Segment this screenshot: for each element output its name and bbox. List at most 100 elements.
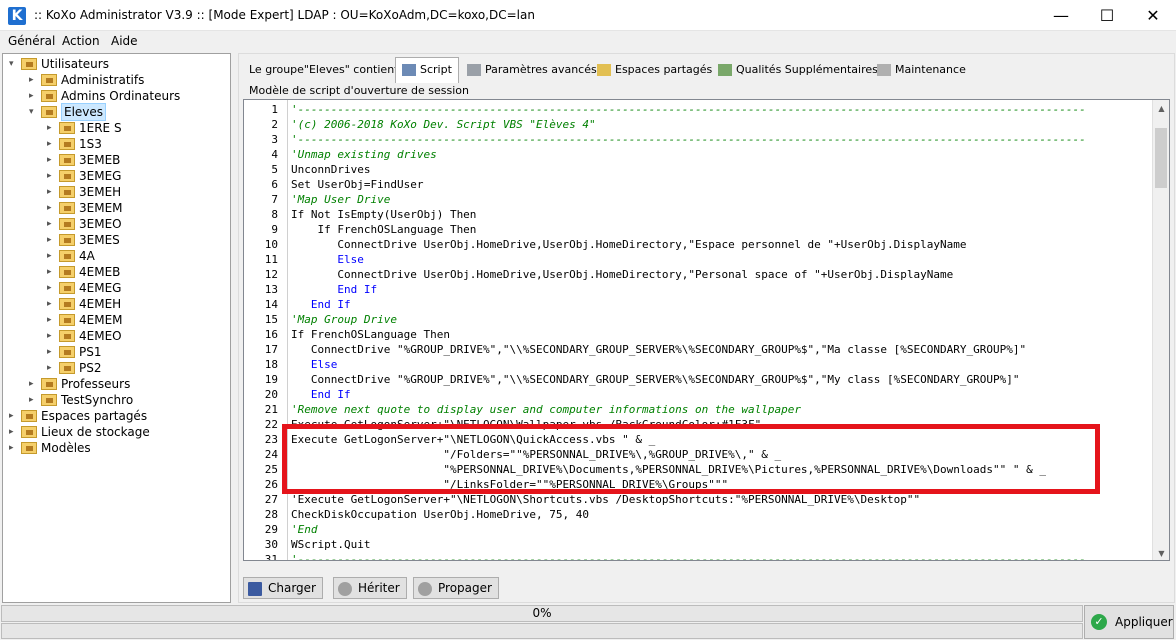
- heriter-button[interactable]: Hériter: [333, 577, 407, 599]
- scroll-thumb[interactable]: [1155, 128, 1167, 188]
- folder-icon: [59, 234, 75, 246]
- code-line[interactable]: ConnectDrive "%GROUP_DRIVE%","\\%SECONDA…: [291, 372, 1020, 387]
- folder-icon: [59, 266, 75, 278]
- tree-item-label: 4EMEO: [79, 329, 122, 343]
- chevron-right-icon[interactable]: ▸: [47, 328, 57, 344]
- tab-shared-spaces[interactable]: Espaces partagés: [591, 60, 718, 82]
- chevron-right-icon[interactable]: ▸: [9, 440, 19, 456]
- line-number: 9: [271, 223, 278, 236]
- line-number: 16: [264, 328, 278, 341]
- chevron-right-icon[interactable]: ▸: [29, 72, 39, 88]
- chevron-right-icon[interactable]: ▸: [47, 344, 57, 360]
- charger-button[interactable]: Charger: [243, 577, 323, 599]
- code-line[interactable]: Else: [291, 357, 338, 372]
- code-line[interactable]: ConnectDrive UserObj.HomeDrive,UserObj.H…: [291, 267, 953, 282]
- tab-group-contents[interactable]: Le groupe"Eleves" contient: [243, 60, 404, 82]
- chevron-right-icon[interactable]: ▸: [47, 280, 57, 296]
- tab-advanced-params-label: Paramètres avancés: [485, 63, 597, 76]
- chevron-right-icon[interactable]: ▸: [47, 296, 57, 312]
- line-number: 27: [264, 493, 278, 506]
- tab-qualities[interactable]: Qualités Supplémentaires: [712, 60, 884, 82]
- chevron-right-icon[interactable]: ▸: [9, 424, 19, 440]
- chevron-down-icon[interactable]: ▾: [9, 56, 19, 72]
- code-line[interactable]: '---------------------------------------…: [291, 552, 1086, 560]
- scroll-down-icon[interactable]: ▼: [1153, 545, 1169, 560]
- menu-general[interactable]: Général: [8, 34, 55, 48]
- tree-item-label: Administratifs: [61, 73, 145, 87]
- code-line[interactable]: 'Execute GetLogonServer+"\NETLOGON\Short…: [291, 492, 920, 507]
- tree-item-label: PS2: [79, 361, 102, 375]
- chevron-right-icon[interactable]: ▸: [47, 360, 57, 376]
- app-icon: K: [8, 7, 26, 25]
- line-number: 1: [271, 103, 278, 116]
- code-line[interactable]: End If: [291, 297, 351, 312]
- line-number: 14: [264, 298, 278, 311]
- code-line[interactable]: End If: [291, 387, 351, 402]
- chevron-right-icon[interactable]: ▸: [47, 184, 57, 200]
- chevron-right-icon[interactable]: ▸: [47, 168, 57, 184]
- code-line[interactable]: 'Map Group Drive: [291, 312, 397, 327]
- folder-icon: [59, 154, 75, 166]
- tab-maintenance[interactable]: Maintenance: [871, 60, 972, 82]
- chevron-right-icon[interactable]: ▸: [29, 376, 39, 392]
- minimize-button[interactable]: —: [1038, 0, 1084, 31]
- code-line[interactable]: 'Map User Drive: [291, 192, 390, 207]
- code-line[interactable]: '(c) 2006-2018 KoXo Dev. Script VBS "Elè…: [291, 117, 596, 132]
- tree-item-label: 1S3: [79, 137, 102, 151]
- chevron-right-icon[interactable]: ▸: [47, 248, 57, 264]
- propager-button[interactable]: Propager: [413, 577, 499, 599]
- splitter[interactable]: [231, 53, 238, 603]
- code-line[interactable]: '---------------------------------------…: [291, 102, 1086, 117]
- chevron-right-icon[interactable]: ▸: [47, 232, 57, 248]
- close-button[interactable]: ✕: [1130, 0, 1176, 31]
- line-number: 17: [264, 343, 278, 356]
- window-title: :: KoXo Administrator V3.9 :: [Mode Expe…: [34, 8, 535, 22]
- chevron-right-icon[interactable]: ▸: [29, 392, 39, 408]
- chevron-down-icon[interactable]: ▾: [29, 104, 39, 120]
- tree-item-label: Utilisateurs: [41, 57, 109, 71]
- heriter-label: Hériter: [358, 581, 400, 595]
- chevron-right-icon[interactable]: ▸: [47, 264, 57, 280]
- line-number: 30: [264, 538, 278, 551]
- code-line[interactable]: CheckDiskOccupation UserObj.HomeDrive, 7…: [291, 507, 589, 522]
- chevron-right-icon[interactable]: ▸: [47, 120, 57, 136]
- qualities-icon: [718, 64, 732, 76]
- code-line[interactable]: '---------------------------------------…: [291, 132, 1086, 147]
- chevron-right-icon[interactable]: ▸: [47, 312, 57, 328]
- maximize-button[interactable]: ☐: [1084, 0, 1130, 31]
- tree-item-label: 4A: [79, 249, 95, 263]
- code-line[interactable]: If FrenchOSLanguage Then: [291, 327, 450, 342]
- chevron-right-icon[interactable]: ▸: [29, 88, 39, 104]
- menu-aide[interactable]: Aide: [111, 34, 138, 48]
- code-line[interactable]: Set UserObj=FindUser: [291, 177, 423, 192]
- content-panel: Le groupe"Eleves" contient Script Paramè…: [238, 53, 1175, 603]
- code-line[interactable]: ConnectDrive "%GROUP_DRIVE%","\\%SECONDA…: [291, 342, 1026, 357]
- code-line[interactable]: WScript.Quit: [291, 537, 370, 552]
- code-line[interactable]: If FrenchOSLanguage Then: [291, 222, 476, 237]
- code-line[interactable]: ConnectDrive UserObj.HomeDrive,UserObj.H…: [291, 237, 966, 252]
- code-line[interactable]: 'Unmap existing drives: [291, 147, 437, 162]
- code-line[interactable]: If Not IsEmpty(UserObj) Then: [291, 207, 476, 222]
- scroll-up-icon[interactable]: ▲: [1153, 100, 1169, 117]
- code-line[interactable]: Else: [291, 252, 364, 267]
- code-line[interactable]: UnconnDrives: [291, 162, 370, 177]
- tab-advanced-params[interactable]: Paramètres avancés: [461, 60, 603, 82]
- line-number: 5: [271, 163, 278, 176]
- tab-script[interactable]: Script: [395, 57, 459, 83]
- tab-maintenance-label: Maintenance: [895, 63, 966, 76]
- line-number: 21: [264, 403, 278, 416]
- code-line[interactable]: End If: [291, 282, 377, 297]
- code-line[interactable]: 'Remove next quote to display user and c…: [291, 402, 801, 417]
- chevron-right-icon[interactable]: ▸: [47, 200, 57, 216]
- folder-icon: [59, 218, 75, 230]
- folder-icon: [41, 74, 57, 86]
- vertical-scrollbar[interactable]: ▲ ▼: [1152, 100, 1169, 560]
- chevron-right-icon[interactable]: ▸: [47, 216, 57, 232]
- apply-button[interactable]: ✓ Appliquer: [1084, 605, 1174, 639]
- chevron-right-icon[interactable]: ▸: [47, 152, 57, 168]
- code-line[interactable]: 'End: [291, 522, 318, 537]
- line-number: 23: [264, 433, 278, 446]
- chevron-right-icon[interactable]: ▸: [9, 408, 19, 424]
- menu-action[interactable]: Action: [62, 34, 100, 48]
- chevron-right-icon[interactable]: ▸: [47, 136, 57, 152]
